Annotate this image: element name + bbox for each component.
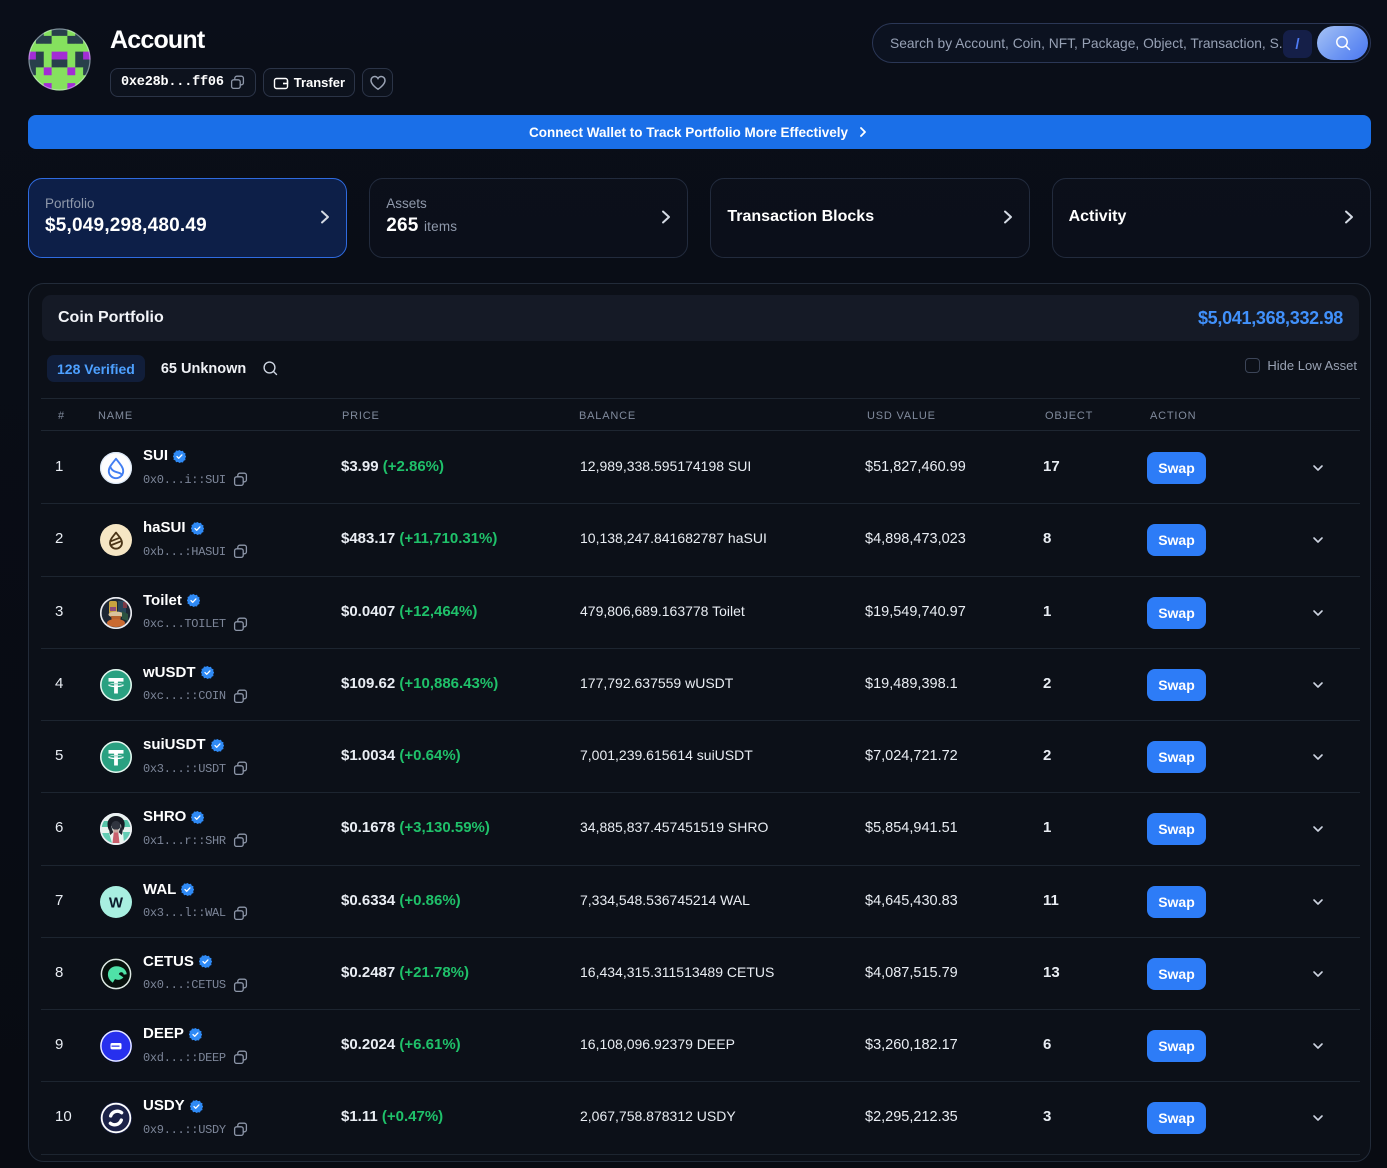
svg-text:W: W [109, 894, 124, 911]
